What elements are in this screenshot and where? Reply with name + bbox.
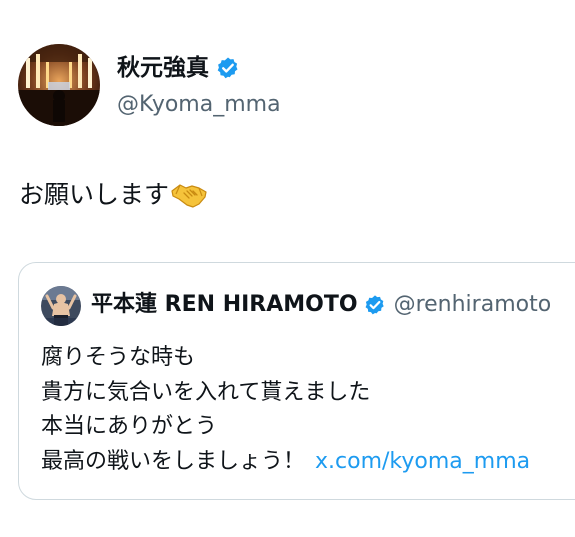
quoted-verified-badge-icon: [364, 294, 386, 316]
author-display-name[interactable]: 秋元強真: [117, 54, 240, 82]
author-avatar-image: [18, 44, 100, 126]
quoted-tweet-header: 平本蓮 REN HIRAMOTO @renhiramoto: [91, 291, 551, 319]
tweet-text: お願いします: [19, 178, 207, 212]
quoted-author-handle[interactable]: @renhiramoto: [394, 291, 552, 319]
quoted-text-line: 貴方に気合いを入れて貰えました: [41, 379, 371, 405]
quoted-tweet-card[interactable]: 平本蓮 REN HIRAMOTO @renhiramoto 腐りそうな時も 貴方…: [18, 262, 575, 500]
quoted-text-line-content: 最高の戦いをしましょう！: [41, 448, 306, 474]
quoted-author-avatar[interactable]: [41, 286, 81, 326]
quoted-text-line: 本当にありがとう: [41, 414, 218, 439]
author-name-text: 秋元強真: [117, 55, 209, 81]
quoted-author-avatar-image: [41, 286, 81, 326]
verified-badge-icon: [216, 56, 240, 80]
quoted-tweet-link[interactable]: x.com/kyoma_mma: [315, 449, 530, 474]
author-handle[interactable]: @Kyoma_mma: [117, 91, 281, 119]
tweet-embed: 秋元強真 @Kyoma_mma お願いします 平本蓮 REN HIRAMOTO …: [0, 0, 575, 537]
quoted-tweet-text: 腐りそうな時も 貴方に気合いを入れて貰えました 本当にありがとう 最高の戦いをし…: [41, 341, 530, 479]
tweet-text-content: お願いします: [19, 180, 170, 209]
quoted-author-name[interactable]: 平本蓮 REN HIRAMOTO: [91, 291, 358, 319]
quoted-text-line: 腐りそうな時も: [41, 345, 196, 370]
author-avatar[interactable]: [18, 44, 100, 126]
quoted-text-line-last: 最高の戦いをしましょう！ x.com/kyoma_mma: [41, 445, 530, 480]
handshake-emoji-icon: [171, 180, 207, 210]
